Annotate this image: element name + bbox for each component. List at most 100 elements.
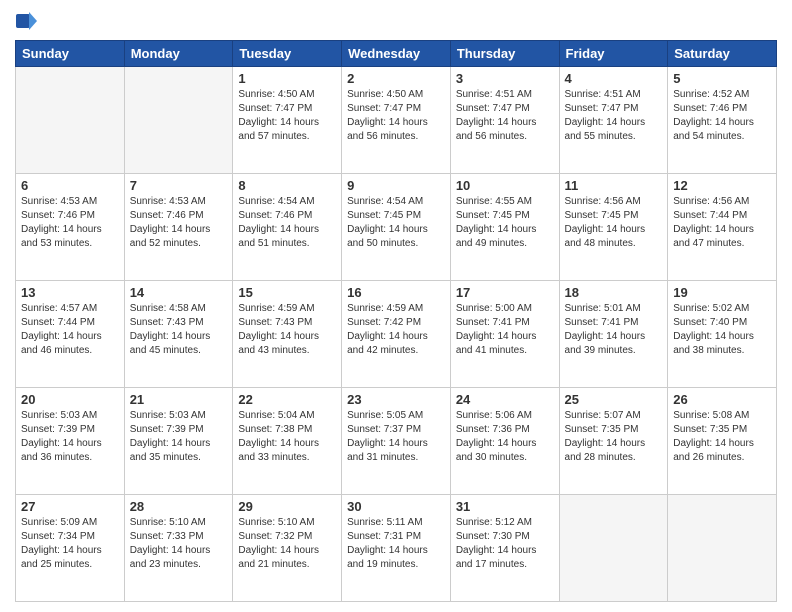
day-cell: 23 Sunrise: 5:05 AMSunset: 7:37 PMDayligh… bbox=[342, 388, 451, 495]
day-number: 14 bbox=[130, 285, 228, 300]
day-number: 30 bbox=[347, 499, 445, 514]
day-number: 11 bbox=[565, 178, 663, 193]
day-detail: Sunrise: 4:51 AMSunset: 7:47 PMDaylight:… bbox=[565, 88, 663, 144]
day-number: 25 bbox=[565, 392, 663, 407]
day-cell: 21 Sunrise: 5:03 AMSunset: 7:39 PMDayligh… bbox=[124, 388, 233, 495]
day-detail: Sunrise: 4:56 AMSunset: 7:45 PMDaylight:… bbox=[565, 195, 663, 251]
day-detail: Sunrise: 4:51 AMSunset: 7:47 PMDaylight:… bbox=[456, 88, 554, 144]
day-cell: 28Sunrise: 5:10 AMSunset: 7:33 PMDayligh… bbox=[124, 495, 233, 602]
weekday-header-thursday: Thursday bbox=[450, 41, 559, 67]
day-cell: 20 Sunrise: 5:03 AMSunset: 7:39 PMDayligh… bbox=[16, 388, 125, 495]
day-cell: 13 Sunrise: 4:57 AMSunset: 7:44 PMDayligh… bbox=[16, 281, 125, 388]
weekday-header-friday: Friday bbox=[559, 41, 668, 67]
day-detail: Sunrise: 5:03 AMSunset: 7:39 PMDaylight:… bbox=[21, 409, 119, 465]
day-detail: Sunrise: 4:56 AMSunset: 7:44 PMDaylight:… bbox=[673, 195, 771, 251]
day-cell: 16Sunrise: 4:59 AMSunset: 7:42 PMDayligh… bbox=[342, 281, 451, 388]
day-number: 18 bbox=[565, 285, 663, 300]
weekday-header-saturday: Saturday bbox=[668, 41, 777, 67]
day-detail: Sunrise: 4:52 AMSunset: 7:46 PMDaylight:… bbox=[673, 88, 771, 144]
day-cell: 2 Sunrise: 4:50 AMSunset: 7:47 PMDaylight… bbox=[342, 67, 451, 174]
weekday-header-wednesday: Wednesday bbox=[342, 41, 451, 67]
day-cell: 8 Sunrise: 4:54 AMSunset: 7:46 PMDaylight… bbox=[233, 174, 342, 281]
day-number: 2 bbox=[347, 71, 445, 86]
day-cell: 10 Sunrise: 4:55 AMSunset: 7:45 PMDayligh… bbox=[450, 174, 559, 281]
day-detail: Sunrise: 5:06 AMSunset: 7:36 PMDaylight:… bbox=[456, 409, 554, 465]
day-detail: Sunrise: 5:10 AMSunset: 7:32 PMDaylight:… bbox=[238, 516, 336, 572]
day-detail: Sunrise: 5:00 AMSunset: 7:41 PMDaylight:… bbox=[456, 302, 554, 358]
day-number: 15 bbox=[238, 285, 336, 300]
day-cell: 14 Sunrise: 4:58 AMSunset: 7:43 PMDayligh… bbox=[124, 281, 233, 388]
day-detail: Sunrise: 4:53 AMSunset: 7:46 PMDaylight:… bbox=[130, 195, 228, 251]
day-number: 8 bbox=[238, 178, 336, 193]
day-number: 19 bbox=[673, 285, 771, 300]
weekday-header-row: SundayMondayTuesdayWednesdayThursdayFrid… bbox=[16, 41, 777, 67]
day-cell: 25 Sunrise: 5:07 AMSunset: 7:35 PMDayligh… bbox=[559, 388, 668, 495]
day-cell: 17 Sunrise: 5:00 AMSunset: 7:41 PMDayligh… bbox=[450, 281, 559, 388]
weekday-header-tuesday: Tuesday bbox=[233, 41, 342, 67]
day-detail: Sunrise: 5:08 AMSunset: 7:35 PMDaylight:… bbox=[673, 409, 771, 465]
day-number: 27 bbox=[21, 499, 119, 514]
day-number: 21 bbox=[130, 392, 228, 407]
day-number: 4 bbox=[565, 71, 663, 86]
day-detail: Sunrise: 5:04 AMSunset: 7:38 PMDaylight:… bbox=[238, 409, 336, 465]
week-row-2: 6 Sunrise: 4:53 AMSunset: 7:46 PMDaylight… bbox=[16, 174, 777, 281]
day-number: 26 bbox=[673, 392, 771, 407]
day-detail: Sunrise: 5:09 AMSunset: 7:34 PMDaylight:… bbox=[21, 516, 119, 572]
day-detail: Sunrise: 4:54 AMSunset: 7:45 PMDaylight:… bbox=[347, 195, 445, 251]
day-number: 17 bbox=[456, 285, 554, 300]
day-detail: Sunrise: 4:54 AMSunset: 7:46 PMDaylight:… bbox=[238, 195, 336, 251]
day-cell: 27 Sunrise: 5:09 AMSunset: 7:34 PMDayligh… bbox=[16, 495, 125, 602]
day-detail: Sunrise: 5:07 AMSunset: 7:35 PMDaylight:… bbox=[565, 409, 663, 465]
week-row-3: 13 Sunrise: 4:57 AMSunset: 7:44 PMDayligh… bbox=[16, 281, 777, 388]
weekday-header-monday: Monday bbox=[124, 41, 233, 67]
day-number: 23 bbox=[347, 392, 445, 407]
day-detail: Sunrise: 5:02 AMSunset: 7:40 PMDaylight:… bbox=[673, 302, 771, 358]
calendar-table: SundayMondayTuesdayWednesdayThursdayFrid… bbox=[15, 40, 777, 602]
day-cell: 5 Sunrise: 4:52 AMSunset: 7:46 PMDaylight… bbox=[668, 67, 777, 174]
day-cell bbox=[124, 67, 233, 174]
weekday-header-sunday: Sunday bbox=[16, 41, 125, 67]
day-detail: Sunrise: 5:11 AMSunset: 7:31 PMDaylight:… bbox=[347, 516, 445, 572]
day-cell: 29Sunrise: 5:10 AMSunset: 7:32 PMDayligh… bbox=[233, 495, 342, 602]
day-detail: Sunrise: 5:05 AMSunset: 7:37 PMDaylight:… bbox=[347, 409, 445, 465]
day-number: 24 bbox=[456, 392, 554, 407]
day-cell: 7 Sunrise: 4:53 AMSunset: 7:46 PMDaylight… bbox=[124, 174, 233, 281]
day-cell: 11 Sunrise: 4:56 AMSunset: 7:45 PMDayligh… bbox=[559, 174, 668, 281]
day-number: 28 bbox=[130, 499, 228, 514]
day-cell: 12 Sunrise: 4:56 AMSunset: 7:44 PMDayligh… bbox=[668, 174, 777, 281]
day-cell: 22 Sunrise: 5:04 AMSunset: 7:38 PMDayligh… bbox=[233, 388, 342, 495]
day-number: 20 bbox=[21, 392, 119, 407]
day-number: 6 bbox=[21, 178, 119, 193]
day-cell bbox=[559, 495, 668, 602]
day-cell: 15 Sunrise: 4:59 AMSunset: 7:43 PMDayligh… bbox=[233, 281, 342, 388]
day-number: 10 bbox=[456, 178, 554, 193]
day-detail: Sunrise: 4:57 AMSunset: 7:44 PMDaylight:… bbox=[21, 302, 119, 358]
day-number: 5 bbox=[673, 71, 771, 86]
day-cell bbox=[16, 67, 125, 174]
week-row-1: 1Sunrise: 4:50 AMSunset: 7:47 PMDaylight… bbox=[16, 67, 777, 174]
day-number: 22 bbox=[238, 392, 336, 407]
day-number: 7 bbox=[130, 178, 228, 193]
day-number: 16 bbox=[347, 285, 445, 300]
day-number: 31 bbox=[456, 499, 554, 514]
day-cell: 18 Sunrise: 5:01 AMSunset: 7:41 PMDayligh… bbox=[559, 281, 668, 388]
day-cell: 3 Sunrise: 4:51 AMSunset: 7:47 PMDaylight… bbox=[450, 67, 559, 174]
day-number: 3 bbox=[456, 71, 554, 86]
day-detail: Sunrise: 4:58 AMSunset: 7:43 PMDaylight:… bbox=[130, 302, 228, 358]
day-cell: 4 Sunrise: 4:51 AMSunset: 7:47 PMDaylight… bbox=[559, 67, 668, 174]
day-detail: Sunrise: 4:55 AMSunset: 7:45 PMDaylight:… bbox=[456, 195, 554, 251]
day-cell: 19 Sunrise: 5:02 AMSunset: 7:40 PMDayligh… bbox=[668, 281, 777, 388]
day-detail: Sunrise: 5:03 AMSunset: 7:39 PMDaylight:… bbox=[130, 409, 228, 465]
day-detail: Sunrise: 5:01 AMSunset: 7:41 PMDaylight:… bbox=[565, 302, 663, 358]
day-cell bbox=[668, 495, 777, 602]
page: SundayMondayTuesdayWednesdayThursdayFrid… bbox=[0, 0, 792, 612]
day-number: 9 bbox=[347, 178, 445, 193]
day-detail: Sunrise: 4:59 AMSunset: 7:43 PMDaylight:… bbox=[238, 302, 336, 358]
day-number: 12 bbox=[673, 178, 771, 193]
day-detail: Sunrise: 4:50 AMSunset: 7:47 PMDaylight:… bbox=[347, 88, 445, 144]
logo bbox=[15, 10, 39, 32]
day-cell: 26 Sunrise: 5:08 AMSunset: 7:35 PMDayligh… bbox=[668, 388, 777, 495]
day-detail: Sunrise: 5:12 AMSunset: 7:30 PMDaylight:… bbox=[456, 516, 554, 572]
day-number: 13 bbox=[21, 285, 119, 300]
day-cell: 1Sunrise: 4:50 AMSunset: 7:47 PMDaylight… bbox=[233, 67, 342, 174]
